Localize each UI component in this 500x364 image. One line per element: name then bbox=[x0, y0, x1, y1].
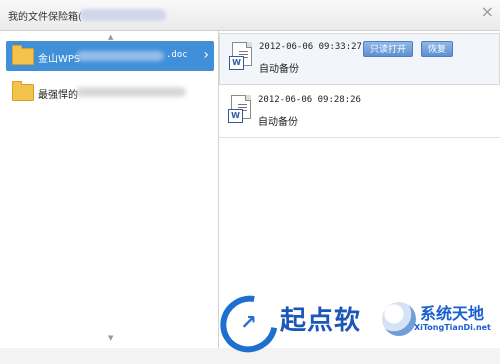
backup-entry[interactable]: W 2012-06-06 09:33:27 自动备份 只读打开 恢复 bbox=[219, 33, 500, 85]
folder-item-wps[interactable]: 金山WPS .doc › bbox=[6, 41, 214, 71]
title-redacted bbox=[80, 9, 166, 21]
folder-name-redacted bbox=[76, 51, 164, 61]
title-bar: 我的文件保险箱( × bbox=[0, 0, 500, 31]
arrow-logo-icon: ↗ bbox=[240, 310, 257, 334]
backup-note: 自动备份 bbox=[259, 64, 299, 75]
folder-icon bbox=[12, 81, 34, 101]
watermark-url: XiTongTianDi.net bbox=[414, 323, 491, 332]
folder-icon bbox=[12, 45, 34, 65]
close-icon[interactable]: × bbox=[481, 2, 494, 21]
watermark-brand-a: 起点软 bbox=[280, 306, 362, 336]
backup-note: 自动备份 bbox=[258, 117, 298, 128]
scroll-up-icon[interactable]: ▲ bbox=[108, 33, 113, 41]
window-title: 我的文件保险箱( bbox=[8, 12, 82, 23]
watermark-brand-b: 系统天地 bbox=[420, 304, 485, 323]
folder-item-second[interactable]: 最强悍的 bbox=[6, 77, 214, 107]
backup-time: 2012-06-06 09:33:27 bbox=[259, 42, 362, 52]
backup-entry[interactable]: W 2012-06-06 09:28:26 自动备份 bbox=[219, 87, 500, 138]
folder-name-redacted bbox=[76, 87, 186, 97]
watermark: ↗ 起点软 系统天地 XiTongTianDi.net bbox=[0, 284, 500, 364]
folder-label: 最强悍的 bbox=[38, 90, 78, 101]
chevron-right-icon: › bbox=[203, 47, 209, 63]
folder-label: 金山WPS bbox=[38, 54, 81, 65]
bird-logo-icon bbox=[382, 302, 416, 336]
backup-time: 2012-06-06 09:28:26 bbox=[258, 95, 361, 105]
restore-button[interactable]: 恢复 bbox=[421, 41, 454, 57]
word-badge-icon: W bbox=[229, 56, 244, 70]
open-readonly-button[interactable]: 只读打开 bbox=[363, 41, 414, 57]
folder-extension: .doc bbox=[166, 50, 188, 60]
word-badge-icon: W bbox=[228, 109, 243, 123]
